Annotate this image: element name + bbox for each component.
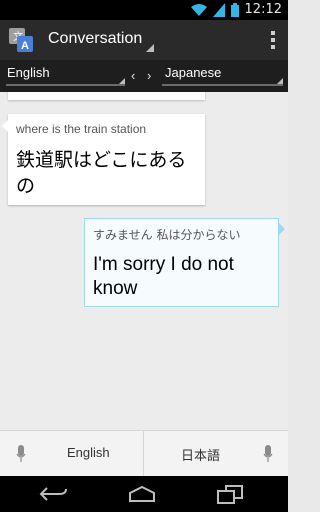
speak-english-button[interactable]: English bbox=[67, 445, 110, 460]
swap-languages-button[interactable]: ‹ › bbox=[131, 68, 155, 83]
input-bar: English 日本語 bbox=[0, 430, 288, 477]
wifi-icon bbox=[190, 3, 207, 16]
microphone-icon[interactable] bbox=[16, 445, 26, 463]
conversation-list[interactable]: where is the train station 鉄道駅はどこにあるの すみ… bbox=[0, 92, 288, 430]
signal-icon bbox=[212, 2, 225, 17]
back-button[interactable] bbox=[36, 482, 72, 506]
divider bbox=[143, 431, 144, 477]
svg-text:A: A bbox=[21, 40, 29, 52]
source-dropdown-indicator bbox=[119, 78, 125, 84]
home-icon bbox=[129, 485, 155, 502]
source-language-select[interactable]: English bbox=[7, 65, 50, 80]
message-source-text: where is the train station bbox=[16, 122, 147, 136]
overflow-menu-icon[interactable] bbox=[270, 29, 276, 51]
status-icons: 12:12 bbox=[190, 2, 282, 17]
target-language-underline bbox=[162, 84, 283, 86]
status-bar: 12:12 bbox=[0, 0, 288, 20]
message-bubble-right[interactable]: すみません 私は分からない I'm sorry I do not know bbox=[84, 218, 285, 307]
speak-japanese-button[interactable]: 日本語 bbox=[181, 445, 220, 464]
bubble-tail bbox=[2, 120, 8, 132]
battery-icon bbox=[230, 2, 239, 17]
source-language-underline bbox=[6, 84, 125, 86]
home-button[interactable] bbox=[124, 482, 160, 506]
previous-message-bubble bbox=[8, 92, 205, 100]
bubble-tail bbox=[279, 223, 285, 235]
translate-icon[interactable]: 文 A bbox=[7, 26, 35, 54]
back-icon bbox=[39, 487, 67, 501]
status-time: 12:12 bbox=[244, 2, 282, 17]
message-translation-text: I'm sorry I do not know bbox=[93, 254, 234, 299]
recents-icon bbox=[217, 485, 243, 504]
target-dropdown-indicator bbox=[277, 78, 283, 84]
title-dropdown-indicator bbox=[146, 44, 154, 52]
recents-button[interactable] bbox=[212, 482, 248, 506]
message-translation-text: 鉄道駅はどこにあるの bbox=[16, 149, 187, 197]
language-bar: English ‹ › Japanese bbox=[0, 60, 288, 92]
action-bar: 文 A Conversation bbox=[0, 20, 288, 60]
target-language-select[interactable]: Japanese bbox=[165, 65, 221, 80]
page-title[interactable]: Conversation bbox=[48, 30, 142, 48]
microphone-icon[interactable] bbox=[263, 445, 273, 463]
navigation-bar bbox=[0, 476, 288, 512]
message-source-text: すみません 私は分からない bbox=[93, 228, 241, 242]
message-bubble-left[interactable]: where is the train station 鉄道駅はどこにあるの bbox=[2, 114, 205, 205]
